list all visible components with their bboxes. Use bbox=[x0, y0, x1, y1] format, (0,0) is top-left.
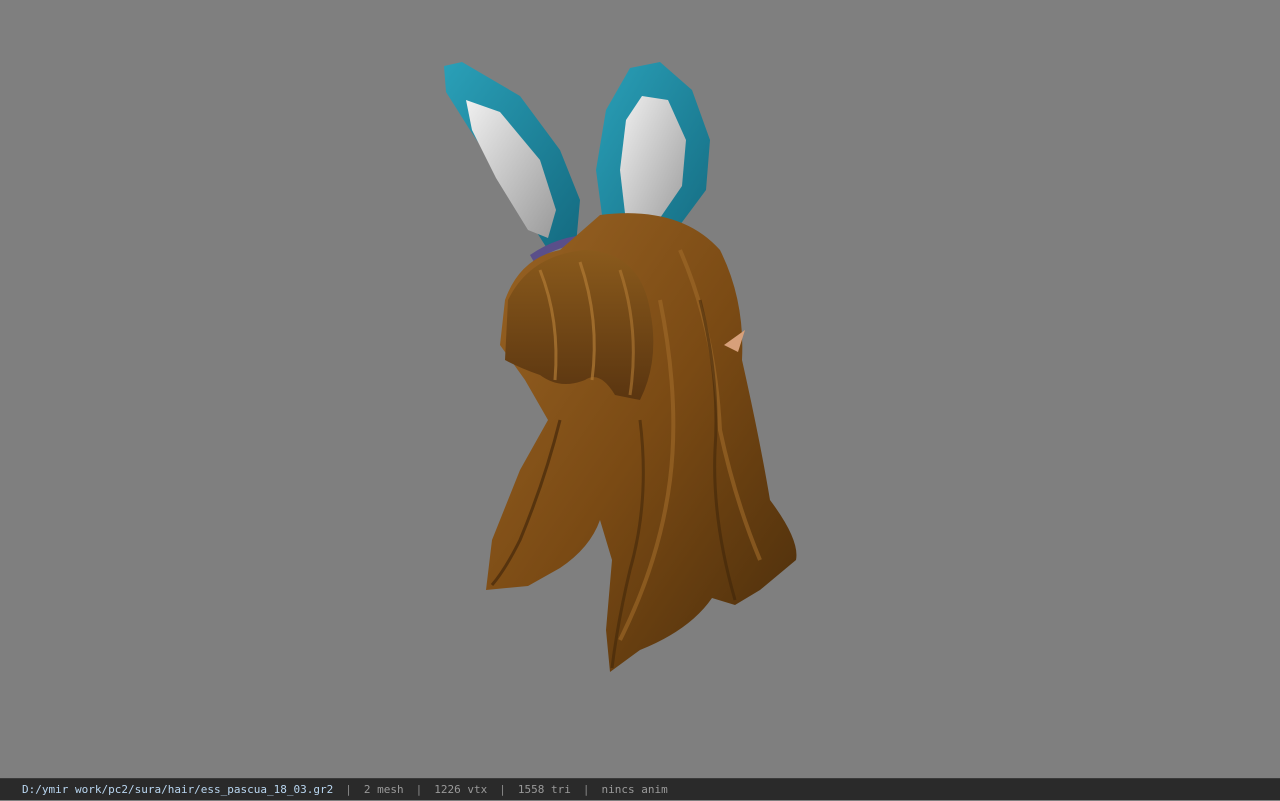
status-bar: D:/ymir work/pc2/sura/hair/ess_pascua_18… bbox=[0, 778, 1280, 800]
triangle-count: 1558 tri bbox=[517, 782, 571, 796]
mesh-count: 2 mesh bbox=[363, 782, 404, 796]
vertex-count: 1226 vtx bbox=[434, 782, 488, 796]
hair-model-render[interactable] bbox=[0, 0, 1280, 778]
file-path: D:/ymir work/pc2/sura/hair/ess_pascua_18… bbox=[22, 782, 334, 796]
separator: | bbox=[345, 782, 352, 796]
separator: | bbox=[499, 782, 506, 796]
separator: | bbox=[582, 782, 590, 796]
animation-status: nincs anim bbox=[601, 782, 668, 796]
3d-viewport[interactable] bbox=[0, 0, 1280, 778]
left-bunny-ear bbox=[444, 62, 580, 250]
hair-mass bbox=[486, 213, 797, 672]
separator: | bbox=[415, 782, 423, 796]
